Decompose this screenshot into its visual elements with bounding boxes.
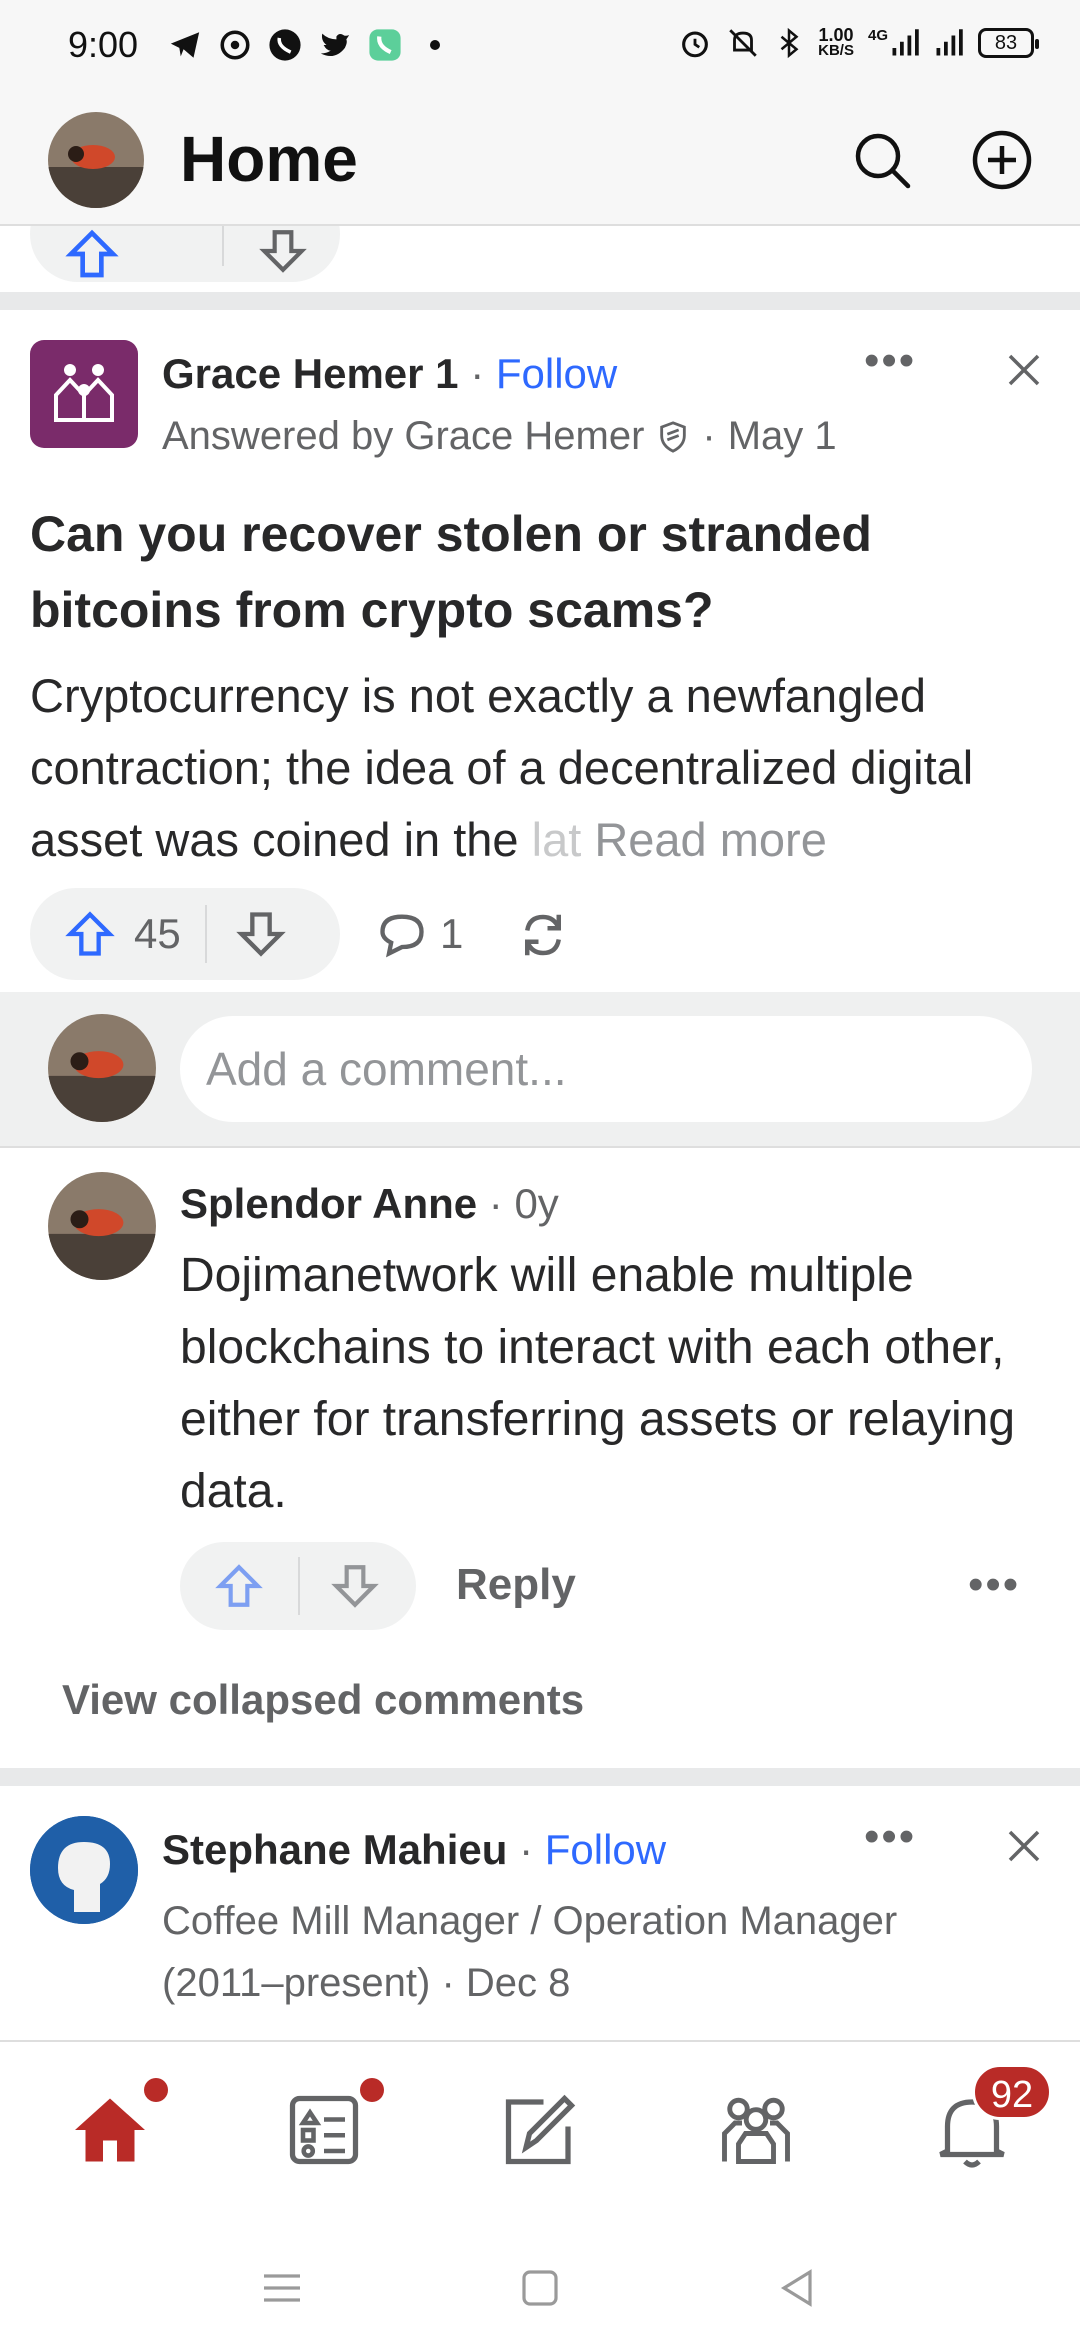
close-icon[interactable] bbox=[1004, 1826, 1044, 1866]
feed-divider bbox=[0, 292, 1080, 310]
battery-indicator: 83 bbox=[978, 28, 1039, 58]
following-unread-dot bbox=[360, 2078, 384, 2102]
downvote-icon[interactable] bbox=[330, 1561, 380, 1611]
follow-button[interactable]: Follow bbox=[496, 350, 617, 397]
next-post-author-name[interactable]: Stephane Mahieu bbox=[162, 1826, 507, 1873]
share-icon[interactable] bbox=[516, 908, 570, 962]
home-icon[interactable] bbox=[68, 2088, 152, 2172]
signal-4g-icon: 4G bbox=[868, 28, 920, 58]
twitter-icon bbox=[320, 33, 350, 57]
notifications-badge: 92 bbox=[972, 2064, 1052, 2120]
upvote-icon[interactable] bbox=[64, 908, 116, 960]
commenter-avatar[interactable] bbox=[48, 1172, 156, 1280]
close-icon[interactable] bbox=[1004, 350, 1044, 390]
home-button-icon[interactable] bbox=[516, 2264, 564, 2312]
answer-icon[interactable] bbox=[498, 2088, 582, 2172]
previous-vote-pill[interactable] bbox=[30, 226, 340, 282]
vote-separator bbox=[204, 905, 207, 963]
separator-dot: · bbox=[430, 1961, 466, 2005]
comment-icon[interactable] bbox=[376, 908, 428, 960]
verified-shield-icon bbox=[660, 420, 687, 453]
separator-dot: · bbox=[519, 1826, 545, 1873]
telegram-icon bbox=[170, 32, 200, 58]
comment-count[interactable]: 1 bbox=[440, 910, 463, 958]
comment-vote-pill bbox=[180, 1542, 416, 1630]
whatsapp-icon bbox=[220, 30, 250, 60]
next-post-credential: Coffee Mill Manager / Operation Manager … bbox=[162, 1890, 1022, 2014]
vote-separator bbox=[298, 1557, 300, 1615]
phone-app-icon bbox=[369, 29, 401, 61]
next-author-avatar[interactable] bbox=[30, 1816, 138, 1924]
upvote-count: 45 bbox=[134, 910, 181, 957]
comment-text: Dojimanetwork will enable multiple block… bbox=[180, 1249, 1016, 1518]
separator-dot: · bbox=[470, 350, 496, 397]
read-more-link[interactable]: Read more bbox=[594, 813, 827, 866]
answer-body-text: Cryptocurrency is not exactly a newfangl… bbox=[30, 669, 974, 866]
back-icon[interactable] bbox=[774, 2264, 822, 2312]
view-collapsed-comments-link[interactable]: View collapsed comments bbox=[62, 1676, 584, 1724]
feed-divider bbox=[0, 1768, 1080, 1786]
downvote-icon[interactable] bbox=[258, 226, 308, 276]
comment-compose-area bbox=[0, 992, 1080, 1148]
space-avatar[interactable] bbox=[30, 340, 138, 448]
system-status-icons: 1.00 KB/S 4G 83 bbox=[678, 25, 1039, 60]
mute-vibrate-icon bbox=[729, 29, 757, 57]
reply-button[interactable]: Reply bbox=[456, 1560, 576, 1610]
post-date: May 1 bbox=[727, 414, 837, 458]
post-more-options-icon[interactable]: ••• bbox=[864, 336, 916, 386]
menu-icon[interactable] bbox=[258, 2264, 306, 2312]
following-icon[interactable] bbox=[282, 2088, 366, 2172]
separator-dot: · bbox=[702, 414, 716, 458]
answer-body-faded-text: lat bbox=[531, 813, 582, 866]
post-meta: Answered by Grace Hemer · May 1 bbox=[162, 414, 837, 459]
status-time: 9:00 bbox=[68, 24, 139, 65]
next-post-date: Dec 8 bbox=[465, 1961, 571, 2005]
post-author-name[interactable]: Grace Hemer 1 bbox=[162, 350, 459, 397]
next-post-more-options-icon[interactable]: ••• bbox=[864, 1812, 916, 1862]
question-title[interactable]: Can you recover stolen or stranded bitco… bbox=[30, 496, 1030, 648]
comment-author-line: Splendor Anne · 0y bbox=[180, 1180, 559, 1228]
follow-button[interactable]: Follow bbox=[545, 1826, 666, 1873]
spaces-icon[interactable] bbox=[714, 2088, 798, 2172]
vote-pill: 45 bbox=[30, 888, 340, 980]
bluetooth-icon bbox=[780, 27, 799, 59]
bottom-navigation: 92 bbox=[0, 2040, 1080, 2340]
upvote-icon[interactable] bbox=[64, 226, 120, 282]
more-notifications-dot bbox=[430, 40, 440, 50]
previous-post-actions bbox=[0, 226, 1080, 292]
app-header: Home bbox=[0, 96, 1080, 226]
answered-by-label[interactable]: Answered by Grace Hemer bbox=[162, 414, 644, 459]
signal-icon bbox=[936, 29, 963, 56]
alarm-icon bbox=[682, 31, 709, 58]
comment-more-options-icon[interactable]: ••• bbox=[968, 1560, 1020, 1610]
phone-call-icon bbox=[269, 29, 301, 61]
separator-dot: · bbox=[488, 1180, 515, 1227]
next-post-author-line: Stephane Mahieu · Follow bbox=[162, 1826, 666, 1874]
page-title: Home bbox=[180, 123, 358, 195]
user-avatar bbox=[48, 1014, 156, 1122]
status-bar: 9:00 1.00 KB/S 4G 83 bbox=[0, 0, 1080, 96]
answer-preview[interactable]: Cryptocurrency is not exactly a newfangl… bbox=[30, 660, 1060, 876]
comment-author-name[interactable]: Splendor Anne bbox=[180, 1180, 477, 1227]
search-icon[interactable] bbox=[850, 128, 914, 192]
add-post-icon[interactable] bbox=[970, 128, 1034, 192]
post-author-line: Grace Hemer 1 · Follow bbox=[162, 350, 617, 398]
notification-icons bbox=[168, 28, 440, 62]
comment-age: 0y bbox=[514, 1180, 559, 1227]
previous-vote-separator bbox=[222, 226, 224, 266]
comment-input[interactable] bbox=[180, 1016, 1032, 1122]
home-unread-dot bbox=[144, 2078, 168, 2102]
profile-avatar[interactable] bbox=[48, 112, 144, 208]
downvote-icon[interactable] bbox=[235, 908, 287, 960]
network-speed: 1.00 KB/S bbox=[818, 25, 854, 59]
upvote-icon[interactable] bbox=[214, 1561, 264, 1611]
